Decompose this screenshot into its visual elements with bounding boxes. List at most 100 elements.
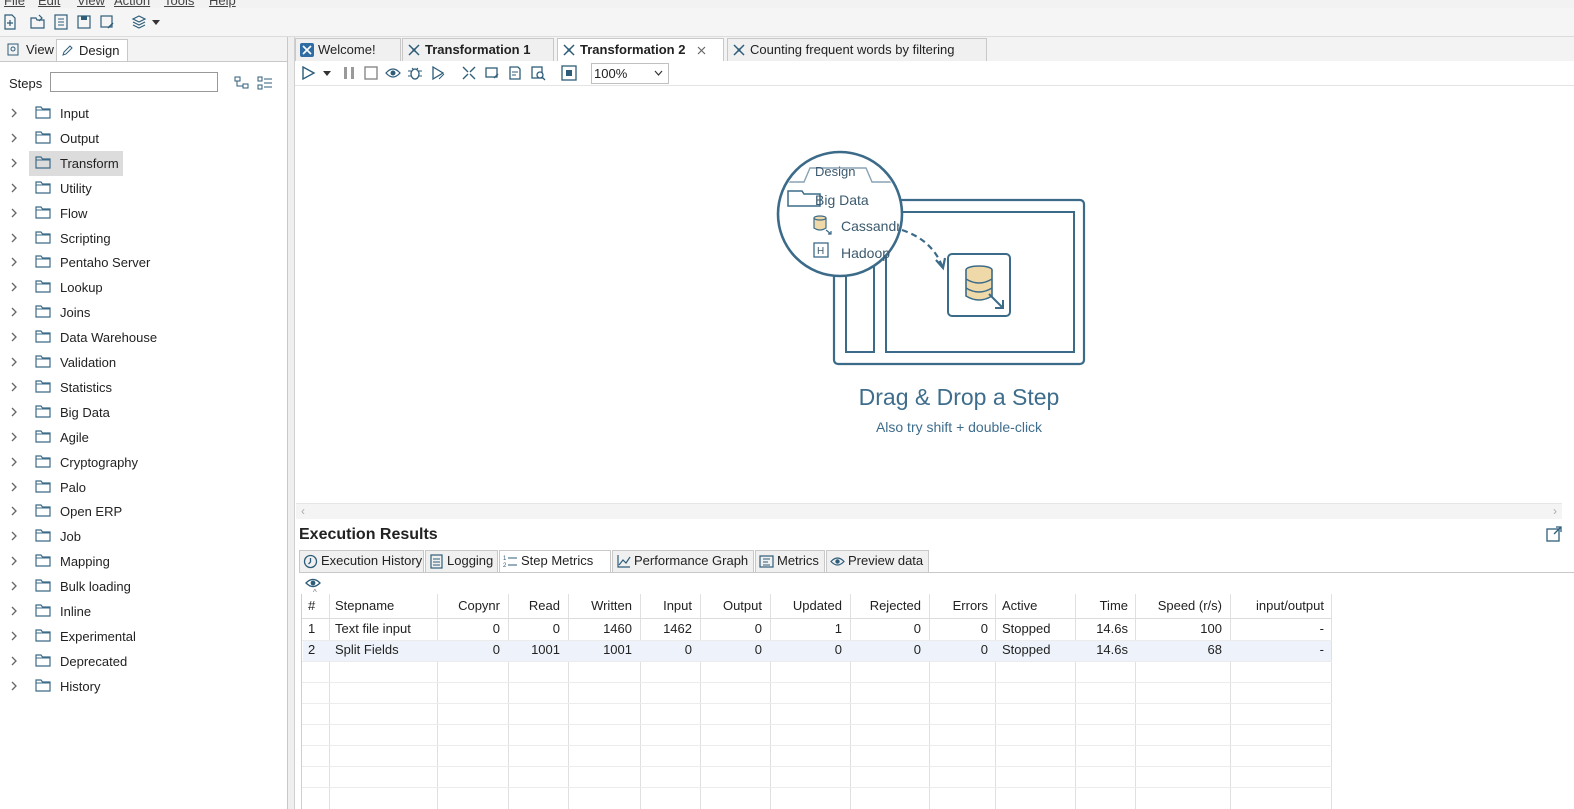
expand-arrow-icon[interactable] [10,132,18,144]
tree-item[interactable]: Joins [0,302,287,324]
zoom-select[interactable]: 100% [591,63,669,84]
tree-item[interactable]: History [0,676,287,698]
expand-arrow-icon[interactable] [10,356,18,368]
tab-preview-data[interactable]: Preview data [826,550,929,572]
impact-icon[interactable] [484,65,500,81]
expand-arrow-icon[interactable] [10,481,18,493]
col-input-header[interactable]: Input [663,598,692,613]
tree-item[interactable]: Open ERP [0,501,287,523]
tab-performance-graph[interactable]: Performance Graph [612,550,754,572]
col-written-header[interactable]: Written [591,598,632,613]
col-stepname-header[interactable]: Stepname [335,598,394,613]
expand-arrow-icon[interactable] [10,505,18,517]
save-as-icon[interactable] [99,14,115,30]
expand-arrow-icon[interactable] [10,207,18,219]
menu-view[interactable]: View [77,0,105,8]
tree-item[interactable]: Experimental [0,626,287,648]
expand-arrow-icon[interactable] [10,406,18,418]
tab-counting-frequent-words[interactable]: Counting frequent words by filtering [727,38,987,61]
tree-item[interactable]: Bulk loading [0,576,287,598]
col-updated-header[interactable]: Updated [793,598,842,613]
expand-arrow-icon[interactable] [10,232,18,244]
canvas-horizontal-scrollbar[interactable]: ‹ › [296,503,1562,519]
tree-item[interactable]: Job [0,526,287,548]
expand-arrow-icon[interactable] [10,630,18,642]
expand-arrow-icon[interactable] [10,680,18,692]
tab-step-metrics[interactable]: 12 Step Metrics [499,550,611,572]
tree-item[interactable]: Output [0,128,287,150]
col-active-header[interactable]: Active [1002,598,1037,613]
scroll-right-icon[interactable]: › [1553,504,1557,518]
tree-item[interactable]: Validation [0,352,287,374]
tree-item[interactable]: Utility [0,178,287,200]
replay-icon[interactable] [430,65,446,81]
tree-item[interactable]: Palo [0,477,287,499]
expand-arrow-icon[interactable] [10,256,18,268]
panel-splitter[interactable] [288,37,295,809]
maximize-panel-icon[interactable] [1546,526,1562,542]
explore-db-icon[interactable] [530,65,546,81]
expand-arrow-icon[interactable] [10,655,18,667]
tree-item[interactable]: Transform [0,150,287,176]
tree-item[interactable]: Deprecated [0,651,287,673]
show-results-icon[interactable] [561,65,577,81]
tab-logging[interactable]: Logging [425,550,498,572]
expand-arrow-icon[interactable] [10,281,18,293]
stop-icon[interactable] [363,65,379,81]
col-input-output-header[interactable]: input/output [1256,598,1324,613]
col-speed-header[interactable]: Speed (r/s) [1158,598,1222,613]
tab-transformation-1[interactable]: Transformation 1 [402,38,554,61]
menu-action[interactable]: Action [114,0,150,8]
expand-arrow-icon[interactable] [10,182,18,194]
layers-icon[interactable] [131,14,147,30]
save-icon[interactable] [76,14,92,30]
tree-item[interactable]: Agile [0,427,287,449]
tab-transformation-2[interactable]: Transformation 2 [557,38,724,61]
expand-arrow-icon[interactable] [10,306,18,318]
expand-all-icon[interactable] [257,76,273,90]
open-icon[interactable] [30,14,46,30]
run-dropdown-icon[interactable] [323,71,331,77]
tree-item[interactable]: Data Warehouse [0,327,287,349]
sql-icon[interactable] [507,65,523,81]
pause-icon[interactable] [341,65,357,81]
tree-item[interactable]: Cryptography [0,452,287,474]
expand-arrow-icon[interactable] [10,431,18,443]
col-read-header[interactable]: Read [529,598,560,613]
col-output-header[interactable]: Output [723,598,762,613]
expand-arrow-icon[interactable] [10,456,18,468]
debug-icon[interactable] [407,65,423,81]
tree-item[interactable]: Scripting [0,228,287,250]
menu-file[interactable]: File [4,0,25,8]
col-copynr-header[interactable]: Copynr [458,598,500,613]
tree-item[interactable]: Flow [0,203,287,225]
col-errors-header[interactable]: Errors [953,598,988,613]
expand-arrow-icon[interactable] [10,157,18,169]
close-tab-icon[interactable] [697,46,706,55]
expand-arrow-icon[interactable] [10,530,18,542]
layers-dropdown-icon[interactable] [152,20,160,26]
transformation-canvas[interactable]: Design Big Data Cassandr Hadoop H Drag &… [296,86,1574,503]
tab-welcome[interactable]: Welcome! [295,38,401,61]
tab-view[interactable]: View [2,39,54,60]
expand-arrow-icon[interactable] [10,331,18,343]
explore-repository-icon[interactable] [53,14,69,30]
scroll-left-icon[interactable]: ‹ [301,504,305,518]
tab-execution-history[interactable]: Execution History [299,550,424,572]
col-rejected-header[interactable]: Rejected [870,598,921,613]
menu-edit[interactable]: Edit [38,0,60,8]
new-file-icon[interactable] [2,14,18,30]
col-number-header[interactable]: # [308,598,315,613]
tree-item[interactable]: Input [0,103,287,125]
expand-arrow-icon[interactable] [10,555,18,567]
expand-arrow-icon[interactable] [10,381,18,393]
steps-search-input[interactable] [50,72,218,92]
tab-design[interactable]: Design [56,39,128,61]
tree-item[interactable]: Inline [0,601,287,623]
tree-item[interactable]: Statistics [0,377,287,399]
expand-arrow-icon[interactable] [10,107,18,119]
menu-help[interactable]: Help [209,0,236,8]
collapse-all-icon[interactable] [234,76,250,90]
menu-tools[interactable]: Tools [164,0,194,8]
col-time-header[interactable]: Time [1100,598,1128,613]
